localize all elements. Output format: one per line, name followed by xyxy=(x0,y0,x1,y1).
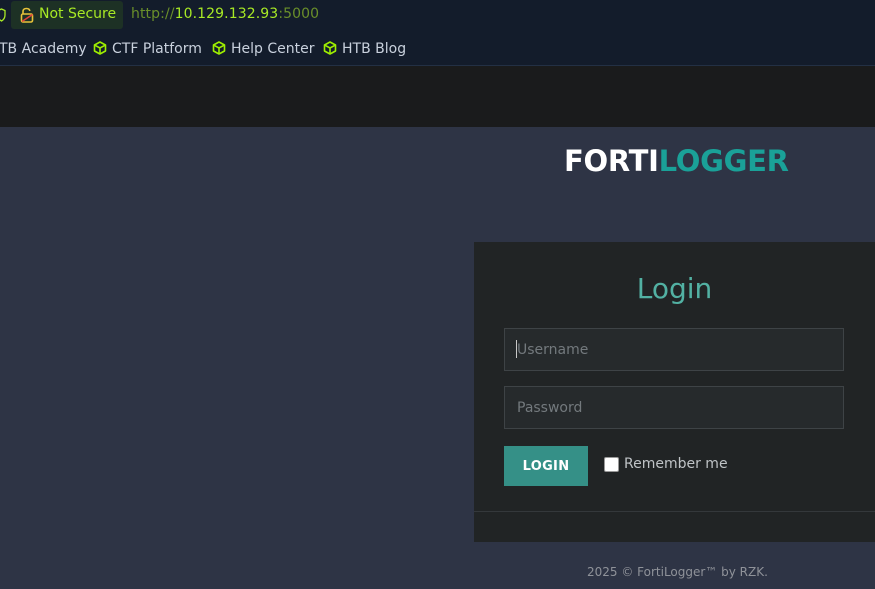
url-port: :5000 xyxy=(278,6,320,22)
not-secure-label: Not Secure xyxy=(39,6,117,22)
footer-copyright: 2025 © FortiLogger™ by RZK. xyxy=(587,565,768,579)
bookmark-label: CTF Platform xyxy=(112,41,202,57)
panel-divider xyxy=(474,511,875,512)
address-bar: Not Secure http://10.129.132.93:5000 xyxy=(0,0,875,32)
bookmark-label: HTB Blog xyxy=(342,41,407,57)
brand-part-forti: FORTI xyxy=(564,144,659,178)
login-panel: Login LOGIN Remember me xyxy=(474,242,875,542)
bookmark-ctf-platform[interactable]: CTF Platform xyxy=(93,41,202,57)
url-scheme: http:// xyxy=(131,6,175,22)
unlocked-lock-icon xyxy=(20,7,34,23)
cube-icon xyxy=(93,41,107,55)
cube-icon xyxy=(323,41,337,55)
remember-me-label[interactable]: Remember me xyxy=(624,456,728,472)
brand-logo: FORTILOGGER xyxy=(564,144,789,178)
bookmark-label: TB Academy xyxy=(0,41,87,57)
login-title: Login xyxy=(636,272,713,305)
shield-icon[interactable] xyxy=(0,8,6,22)
page-header-band xyxy=(0,66,875,127)
security-indicator[interactable]: Not Secure xyxy=(11,1,123,29)
url-field[interactable]: http://10.129.132.93:5000 xyxy=(131,6,319,22)
bookmark-label: Help Center xyxy=(231,41,315,57)
text-caret xyxy=(516,340,517,358)
username-input[interactable] xyxy=(504,328,844,371)
remember-me-checkbox[interactable] xyxy=(604,457,619,472)
url-host: 10.129.132.93 xyxy=(174,6,279,22)
bookmarks-bar: TB Academy CTF Platform Help Center HTB … xyxy=(0,32,875,66)
login-button[interactable]: LOGIN xyxy=(504,446,588,486)
password-input[interactable] xyxy=(504,386,844,429)
brand-part-logger: LOGGER xyxy=(658,144,789,178)
bookmark-htb-academy[interactable]: TB Academy xyxy=(0,41,87,57)
bookmark-help-center[interactable]: Help Center xyxy=(212,41,315,57)
cube-icon xyxy=(212,41,226,55)
bookmark-htb-blog[interactable]: HTB Blog xyxy=(323,41,406,57)
